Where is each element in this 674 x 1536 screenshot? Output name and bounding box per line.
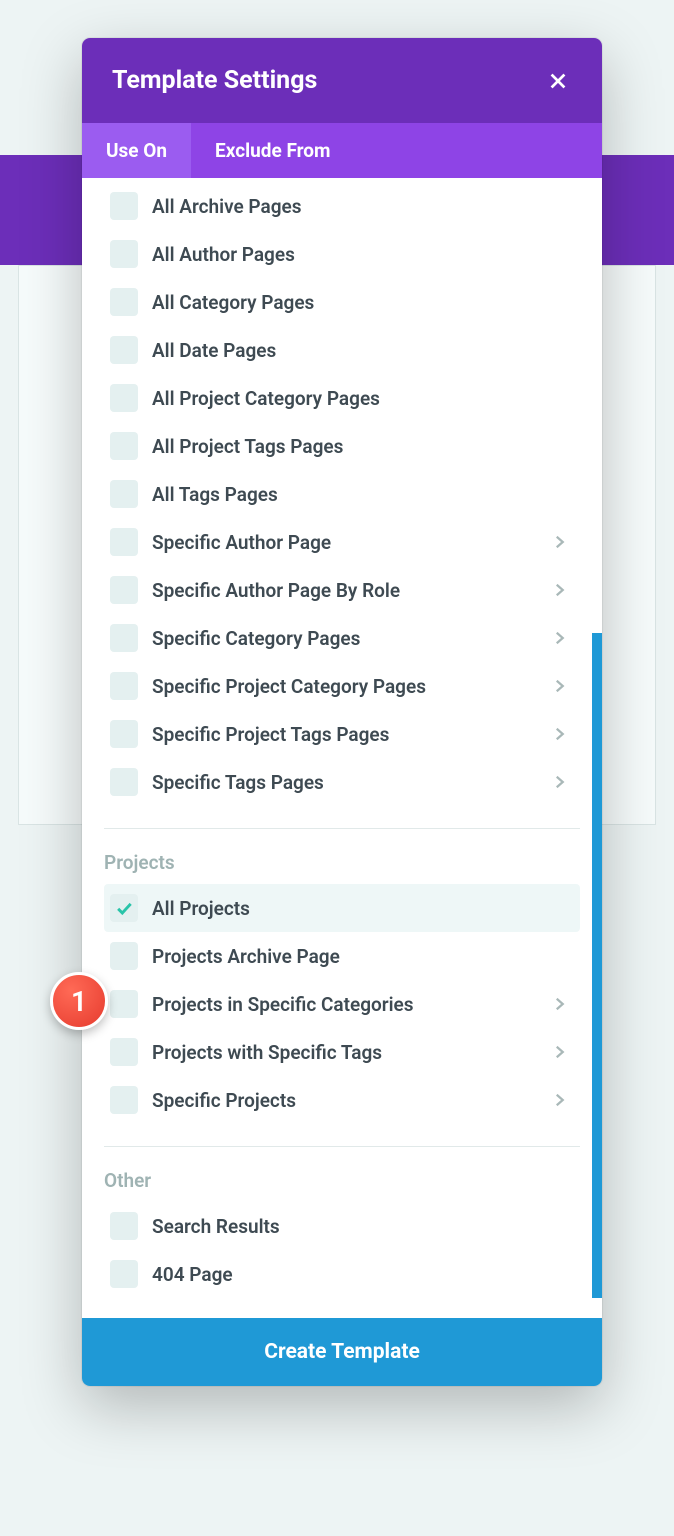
template-settings-modal: Template Settings Use On Exclude From Al… [82,38,602,1386]
option-label: All Project Category Pages [152,387,568,410]
option-row[interactable]: All Archive Pages [104,182,580,230]
option-row[interactable]: All Project Tags Pages [104,422,580,470]
checkbox-unchecked[interactable] [110,528,138,556]
option-label: Projects Archive Page [152,945,568,968]
option-row[interactable]: Specific Project Category Pages [104,662,580,710]
option-label: All Project Tags Pages [152,435,568,458]
chevron-right-icon [550,725,568,743]
option-row[interactable]: Specific Author Page [104,518,580,566]
create-template-button[interactable]: Create Template [82,1318,602,1386]
content-wrap: All Archive Pages All Author Pages All Cat… [82,178,602,1298]
checkbox-unchecked[interactable] [110,288,138,316]
modal-title: Template Settings [112,66,317,95]
checkbox-unchecked[interactable] [110,672,138,700]
checkbox-unchecked[interactable] [110,240,138,268]
option-label: All Date Pages [152,339,568,362]
option-row[interactable]: All Project Category Pages [104,374,580,422]
checkbox-unchecked[interactable] [110,1038,138,1066]
option-label: Specific Tags Pages [152,771,550,794]
checkbox-checked[interactable] [110,894,138,922]
checkbox-unchecked[interactable] [110,720,138,748]
option-label: All Author Pages [152,243,568,266]
tab-exclude-from[interactable]: Exclude From [191,123,354,178]
annotation-badge-1: 1 [50,972,108,1030]
checkbox-unchecked[interactable] [110,576,138,604]
option-label: Specific Author Page By Role [152,579,550,602]
close-icon [547,70,569,92]
checkbox-unchecked[interactable] [110,942,138,970]
option-label: Specific Category Pages [152,627,550,650]
option-row[interactable]: All Projects [104,884,580,932]
option-row[interactable]: Projects in Specific Categories [104,980,580,1028]
checkbox-unchecked[interactable] [110,480,138,508]
option-row[interactable]: All Tags Pages [104,470,580,518]
tabs: Use On Exclude From [82,123,602,178]
option-label: All Tags Pages [152,483,568,506]
chevron-right-icon [550,995,568,1013]
option-row[interactable]: Specific Author Page By Role [104,566,580,614]
chevron-right-icon [550,773,568,791]
checkbox-unchecked[interactable] [110,384,138,412]
chevron-right-icon [550,677,568,695]
option-row[interactable]: Specific Category Pages [104,614,580,662]
option-row[interactable]: Specific Projects [104,1076,580,1124]
section-title: Projects [104,851,580,884]
option-label: Specific Projects [152,1089,550,1112]
checkbox-unchecked[interactable] [110,624,138,652]
option-label: Specific Project Category Pages [152,675,550,698]
chevron-right-icon [550,629,568,647]
option-row[interactable]: 404 Page [104,1250,580,1298]
checkbox-unchecked[interactable] [110,990,138,1018]
chevron-right-icon [550,1091,568,1109]
checkbox-unchecked[interactable] [110,1086,138,1114]
option-row[interactable]: Projects with Specific Tags [104,1028,580,1076]
checkbox-unchecked[interactable] [110,1212,138,1240]
option-label: Specific Project Tags Pages [152,723,550,746]
option-label: 404 Page [152,1263,568,1286]
option-label: Projects with Specific Tags [152,1041,550,1064]
option-label: Search Results [152,1215,568,1238]
option-label: All Projects [152,897,568,920]
modal-header: Template Settings [82,38,602,123]
chevron-right-icon [550,533,568,551]
option-row[interactable]: Specific Tags Pages [104,758,580,806]
tab-use-on[interactable]: Use On [82,123,191,178]
option-label: Specific Author Page [152,531,550,554]
chevron-right-icon [550,1043,568,1061]
check-icon [114,898,134,918]
option-label: All Category Pages [152,291,568,314]
option-row[interactable]: Projects Archive Page [104,932,580,980]
option-row[interactable]: All Category Pages [104,278,580,326]
checkbox-unchecked[interactable] [110,192,138,220]
section-title: Other [104,1169,580,1202]
option-row[interactable]: All Author Pages [104,230,580,278]
option-label: Projects in Specific Categories [152,993,550,1016]
close-button[interactable] [544,67,572,95]
section: Projects All Projects Projects Archive Pag… [104,828,580,1124]
checkbox-unchecked[interactable] [110,432,138,460]
scrollbar[interactable] [592,633,602,1298]
checkbox-unchecked[interactable] [110,1260,138,1288]
option-row[interactable]: Search Results [104,1202,580,1250]
option-row[interactable]: All Date Pages [104,326,580,374]
checkbox-unchecked[interactable] [110,336,138,364]
section: All Archive Pages All Author Pages All Cat… [104,182,580,806]
options-list: All Archive Pages All Author Pages All Cat… [82,178,602,1298]
option-label: All Archive Pages [152,195,568,218]
chevron-right-icon [550,581,568,599]
section: Other Search Results 404 Page [104,1146,580,1298]
checkbox-unchecked[interactable] [110,768,138,796]
option-row[interactable]: Specific Project Tags Pages [104,710,580,758]
